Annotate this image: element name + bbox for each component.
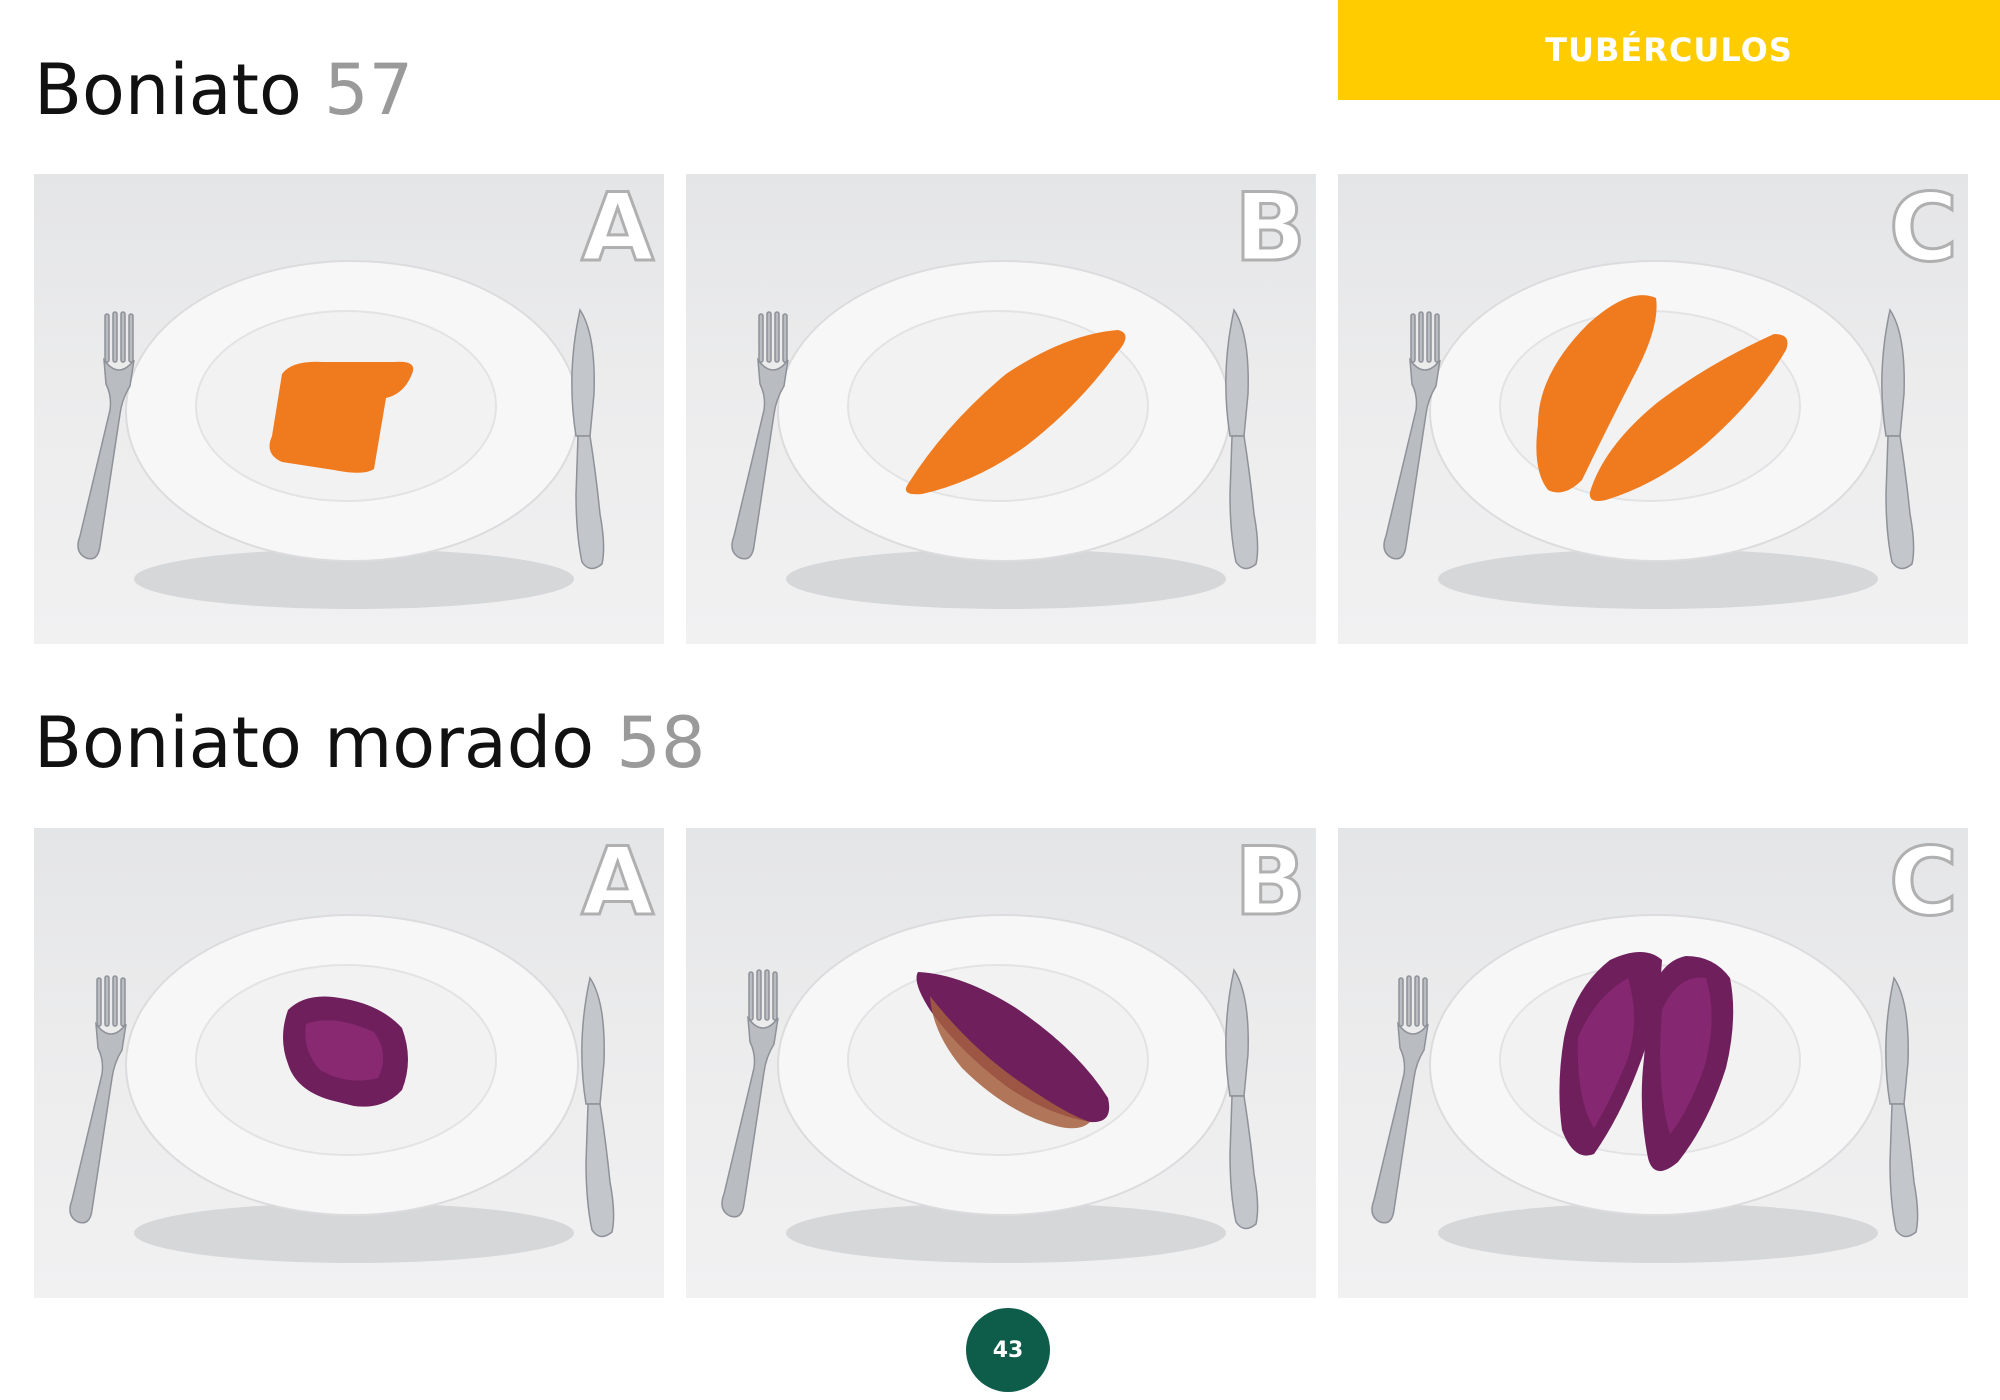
fork-icon <box>721 969 779 1218</box>
portion-photo-c: C <box>1338 828 1968 1298</box>
knife-icon <box>1225 308 1259 570</box>
photo-row-boniato: A B C <box>34 174 1968 644</box>
fork-icon <box>731 311 789 560</box>
category-label: TUBÉRCULOS <box>1545 31 1793 69</box>
section-name: Boniato morado <box>34 702 595 784</box>
fork-icon <box>77 311 135 560</box>
fork-icon <box>69 975 127 1224</box>
plate-illustration <box>1383 260 1915 609</box>
photo-row-boniato-morado: A B C <box>34 828 1968 1298</box>
portion-photo-a: A <box>34 174 664 644</box>
plate-illustration <box>69 914 615 1263</box>
portion-photo-b: B <box>686 828 1316 1298</box>
portion-letter: B <box>1233 174 1308 283</box>
section-number: 57 <box>324 49 414 131</box>
page-number-badge: 43 <box>966 1308 1050 1392</box>
portion-letter: C <box>1888 828 1960 937</box>
knife-icon <box>571 308 605 570</box>
plate-illustration <box>77 260 605 609</box>
knife-icon <box>581 976 615 1238</box>
portion-photo-b: B <box>686 174 1316 644</box>
knife-icon <box>1881 308 1915 570</box>
fork-icon <box>1383 311 1441 560</box>
plate-illustration <box>1371 914 1919 1263</box>
plate-illustration <box>721 914 1259 1263</box>
plate-illustration <box>731 260 1259 609</box>
section-title-boniato-morado: Boniato morado 58 <box>34 708 705 778</box>
portion-photo-a: A <box>34 828 664 1298</box>
portion-letter: A <box>580 828 656 937</box>
category-banner: TUBÉRCULOS <box>1338 0 2000 100</box>
portion-letter: B <box>1233 828 1308 937</box>
fork-icon <box>1371 975 1429 1224</box>
section-title-boniato: Boniato 57 <box>34 55 413 125</box>
knife-icon <box>1225 968 1259 1230</box>
section-name: Boniato <box>34 49 302 131</box>
portion-photo-c: C <box>1338 174 1968 644</box>
section-number: 58 <box>616 702 706 784</box>
knife-icon <box>1885 976 1919 1238</box>
portion-letter: A <box>580 174 656 283</box>
page-number: 43 <box>992 1337 1024 1363</box>
portion-letter: C <box>1888 174 1960 283</box>
